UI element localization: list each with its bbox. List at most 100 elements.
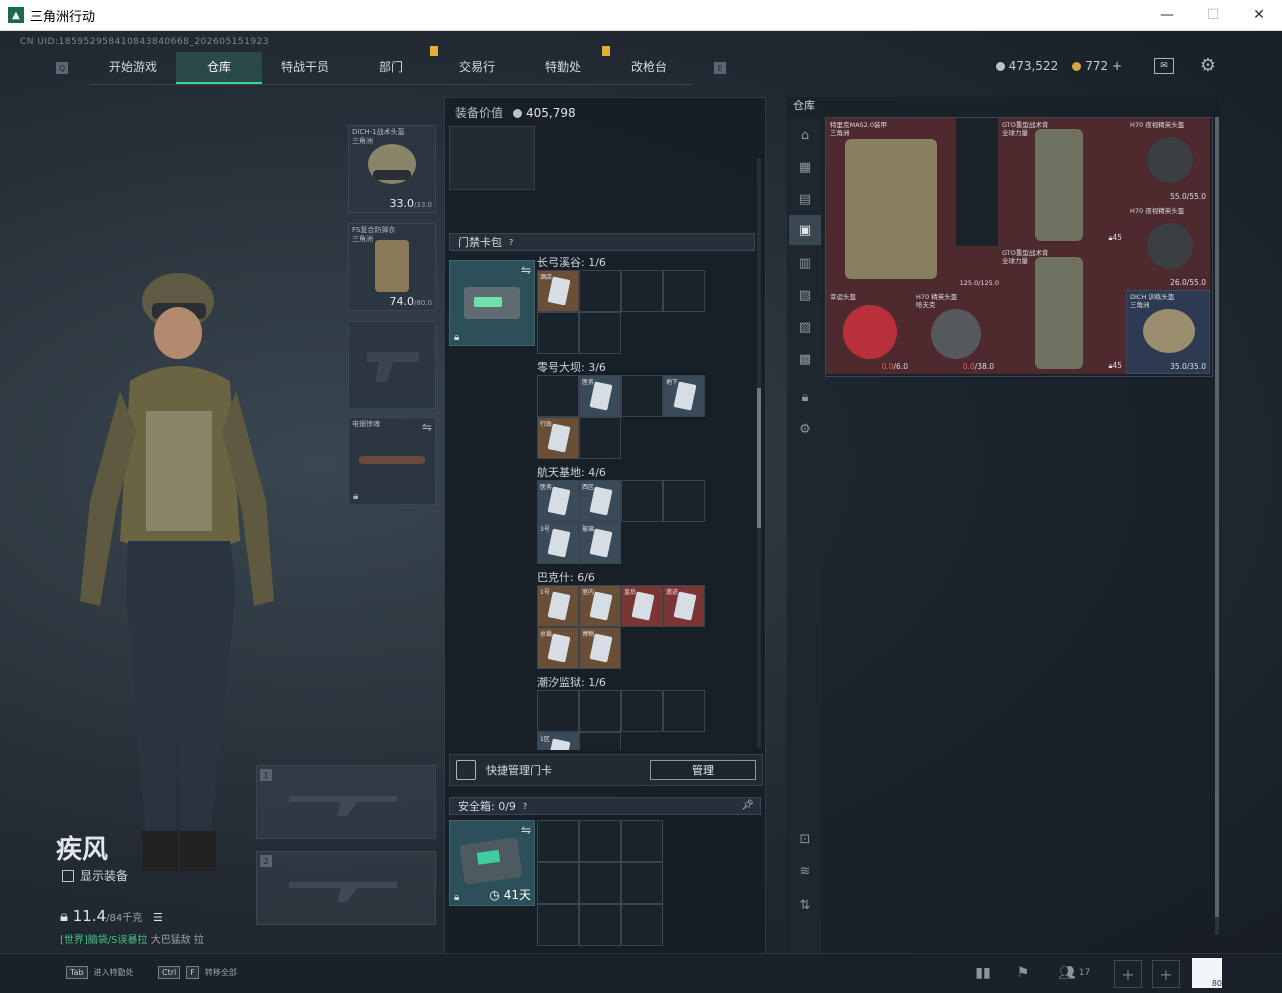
safe-box-item[interactable]: ⇋ 🔒︎ ◷ 41天 — [449, 820, 535, 906]
uid-text: CN UID:1859529584108438406​68_2026051519… — [20, 37, 270, 47]
avatar[interactable]: 80 — [1192, 958, 1222, 988]
tab-trading[interactable]: 交易行 — [434, 52, 520, 82]
gold-currency[interactable]: 772 + — [1072, 59, 1122, 73]
lock-icon[interactable]: 🔒︎ — [795, 387, 815, 407]
keycard[interactable]: 室内 — [579, 585, 621, 627]
keycard[interactable]: 1区 — [537, 732, 579, 750]
keycard-slot-empty — [579, 732, 621, 750]
stash-item-h70-helmet[interactable]: H70 夜视精英头盔 55.0/55.0 — [1126, 118, 1210, 204]
minimize-button[interactable]: — — [1144, 0, 1190, 30]
tab-special-ops[interactable]: 特勤处 — [520, 45, 610, 82]
flag-icon[interactable]: ⚑ — [1012, 962, 1034, 984]
add-party-slot[interactable]: + — [1152, 960, 1180, 988]
show-equipment-label: 显示装备 — [80, 869, 129, 883]
rifle-icon — [289, 882, 397, 902]
stats-icon[interactable]: ▮▮ — [972, 962, 994, 984]
swap-icon[interactable]: ⇋ — [521, 263, 531, 277]
mail-icon[interactable]: ✉ — [1154, 58, 1174, 74]
tab-department[interactable]: 部门 — [348, 45, 438, 82]
swap-icon[interactable]: ⇋ — [521, 823, 531, 837]
keycard[interactable]: 总裁 — [537, 627, 579, 669]
keycard[interactable]: 西区 — [579, 480, 621, 522]
stash-item-h70-elite-helmet[interactable]: H70 精英头盔 哈夫克 0.0/38.0 — [912, 290, 998, 374]
keycard-bag-item[interactable]: ⇋ 🔒︎ — [449, 260, 535, 346]
checkbox[interactable] — [62, 869, 74, 882]
silver-currency[interactable]: 473,522 — [995, 59, 1058, 73]
hint-tab[interactable]: Tab 进入特勤处 — [66, 966, 134, 979]
armor-slot[interactable]: FS复合防弹衣 三角洲 74.0/80.0 — [348, 223, 436, 311]
safe-box-grid — [537, 820, 665, 948]
category-weapon-icon[interactable]: ▦ — [795, 157, 815, 177]
stash-item-armor-durability[interactable]: 125.0/125.0 — [956, 246, 999, 290]
manage-button[interactable]: 管理 — [650, 760, 756, 780]
keycard-slot-empty — [537, 690, 579, 732]
backpack-slot[interactable] — [449, 126, 535, 190]
safe-slot[interactable] — [537, 904, 579, 946]
stash-item-h70-helmet[interactable]: H70 夜视精英头盔 26.0/55.0 — [1126, 204, 1210, 290]
safe-slot[interactable] — [579, 820, 621, 862]
helmet-slot[interactable]: DICH-1战术头盔 三角洲 33.0/33.0 — [348, 125, 436, 213]
pin-icon[interactable]: 📌︎ — [741, 800, 754, 811]
safe-slot[interactable] — [621, 862, 663, 904]
list-icon[interactable]: ☰ — [153, 911, 163, 924]
warehouse-scrollbar[interactable] — [1215, 117, 1219, 935]
keycard[interactable]: 博物 — [579, 627, 621, 669]
gear-icon[interactable]: ⚙ — [1200, 55, 1216, 76]
night-vision-helmet-icon — [1147, 223, 1193, 269]
secondary-weapon-slot[interactable]: 2 — [256, 851, 436, 925]
keycard[interactable]: 医务 — [579, 375, 621, 417]
safe-slot[interactable] — [537, 862, 579, 904]
category-medical-icon[interactable]: ▥ — [795, 253, 815, 273]
tab-operators[interactable]: 特战干员 — [262, 52, 348, 82]
silver-coin-icon — [513, 109, 523, 118]
category-ammo-icon[interactable]: ▤ — [795, 189, 815, 209]
safe-slot[interactable] — [537, 820, 579, 862]
tab-start-game[interactable]: 开始游戏 — [90, 52, 176, 82]
maximize-button[interactable]: ☐ — [1190, 0, 1236, 30]
main-nav: Q 开始游戏 仓库 特战干员 部门 交易行 特勤处 改枪台 E — [56, 45, 726, 85]
keycard[interactable]: 皇后 — [621, 585, 663, 627]
show-equipment-toggle[interactable]: 显示装备 — [62, 867, 128, 884]
pistol-slot[interactable] — [348, 321, 436, 409]
keycard[interactable]: 行政 — [537, 417, 579, 459]
category-equipment-icon[interactable]: ▣ — [789, 215, 821, 245]
nav-left-key[interactable]: Q — [56, 62, 68, 74]
category-collectible-icon[interactable]: ▩ — [795, 349, 815, 369]
sort-icon[interactable]: ⇅ — [795, 895, 815, 915]
category-all-icon[interactable]: ⌂ — [795, 125, 815, 145]
melee-slot[interactable]: 电锯惊魂 ⇋ 🔒︎ — [348, 417, 436, 505]
stash-item-lucky-helmet[interactable]: 幸运头盔 0.0/6.0 — [826, 290, 912, 374]
settings-icon[interactable]: ⚙ — [795, 419, 815, 439]
safe-slot[interactable] — [621, 904, 663, 946]
keycard[interactable]: 遗迹 — [663, 585, 705, 627]
keycard[interactable]: 地下 — [663, 375, 705, 417]
primary-weapon-slot[interactable]: 1 — [256, 765, 436, 839]
keycard[interactable]: 1号 — [537, 585, 579, 627]
add-party-slot[interactable]: + — [1114, 960, 1142, 988]
keycard[interactable]: 3号 — [537, 522, 579, 564]
swap-icon[interactable]: ⇋ — [422, 420, 432, 434]
safe-slot[interactable] — [579, 862, 621, 904]
stash-item-armor[interactable]: 特里克MAS2.0装甲 三角洲 — [826, 118, 956, 290]
tab-gunsmith[interactable]: 改枪台 — [606, 52, 692, 82]
nav-right-key[interactable]: E — [714, 62, 726, 74]
keycard[interactable]: 酒店 — [537, 270, 579, 312]
safe-slot[interactable] — [621, 820, 663, 862]
stash-item-backpack[interactable]: GTO重型战术背 全球力量 🔒︎45 — [998, 118, 1126, 246]
stash-item-backpack[interactable]: GTO重型战术背 全球力量 🔒︎45 — [998, 246, 1126, 374]
category-misc-icon[interactable]: ▨ — [795, 317, 815, 337]
backpack-scrollbar[interactable] — [757, 158, 761, 748]
keycard-slot-empty — [579, 312, 621, 354]
hint-transfer-all[interactable]: Ctrl F 转移全部 — [158, 966, 237, 979]
safe-slot[interactable] — [579, 904, 621, 946]
friends-icon[interactable]: 👥︎ 17 — [1058, 962, 1098, 984]
keycard[interactable]: 医务 — [537, 480, 579, 522]
stash-item-dich-helmet[interactable]: DICH 训练头盔 三角洲 35.0/35.0 — [1126, 290, 1210, 374]
keycard-slot-empty — [621, 270, 663, 312]
filter-icon[interactable]: ⊡ — [795, 829, 815, 849]
keycard[interactable]: 玻璃 — [579, 522, 621, 564]
tab-warehouse[interactable]: 仓库 — [176, 51, 262, 84]
category-keys-icon[interactable]: ▧ — [795, 285, 815, 305]
close-button[interactable]: ✕ — [1236, 0, 1282, 30]
layers-icon[interactable]: ≋ — [795, 861, 815, 881]
